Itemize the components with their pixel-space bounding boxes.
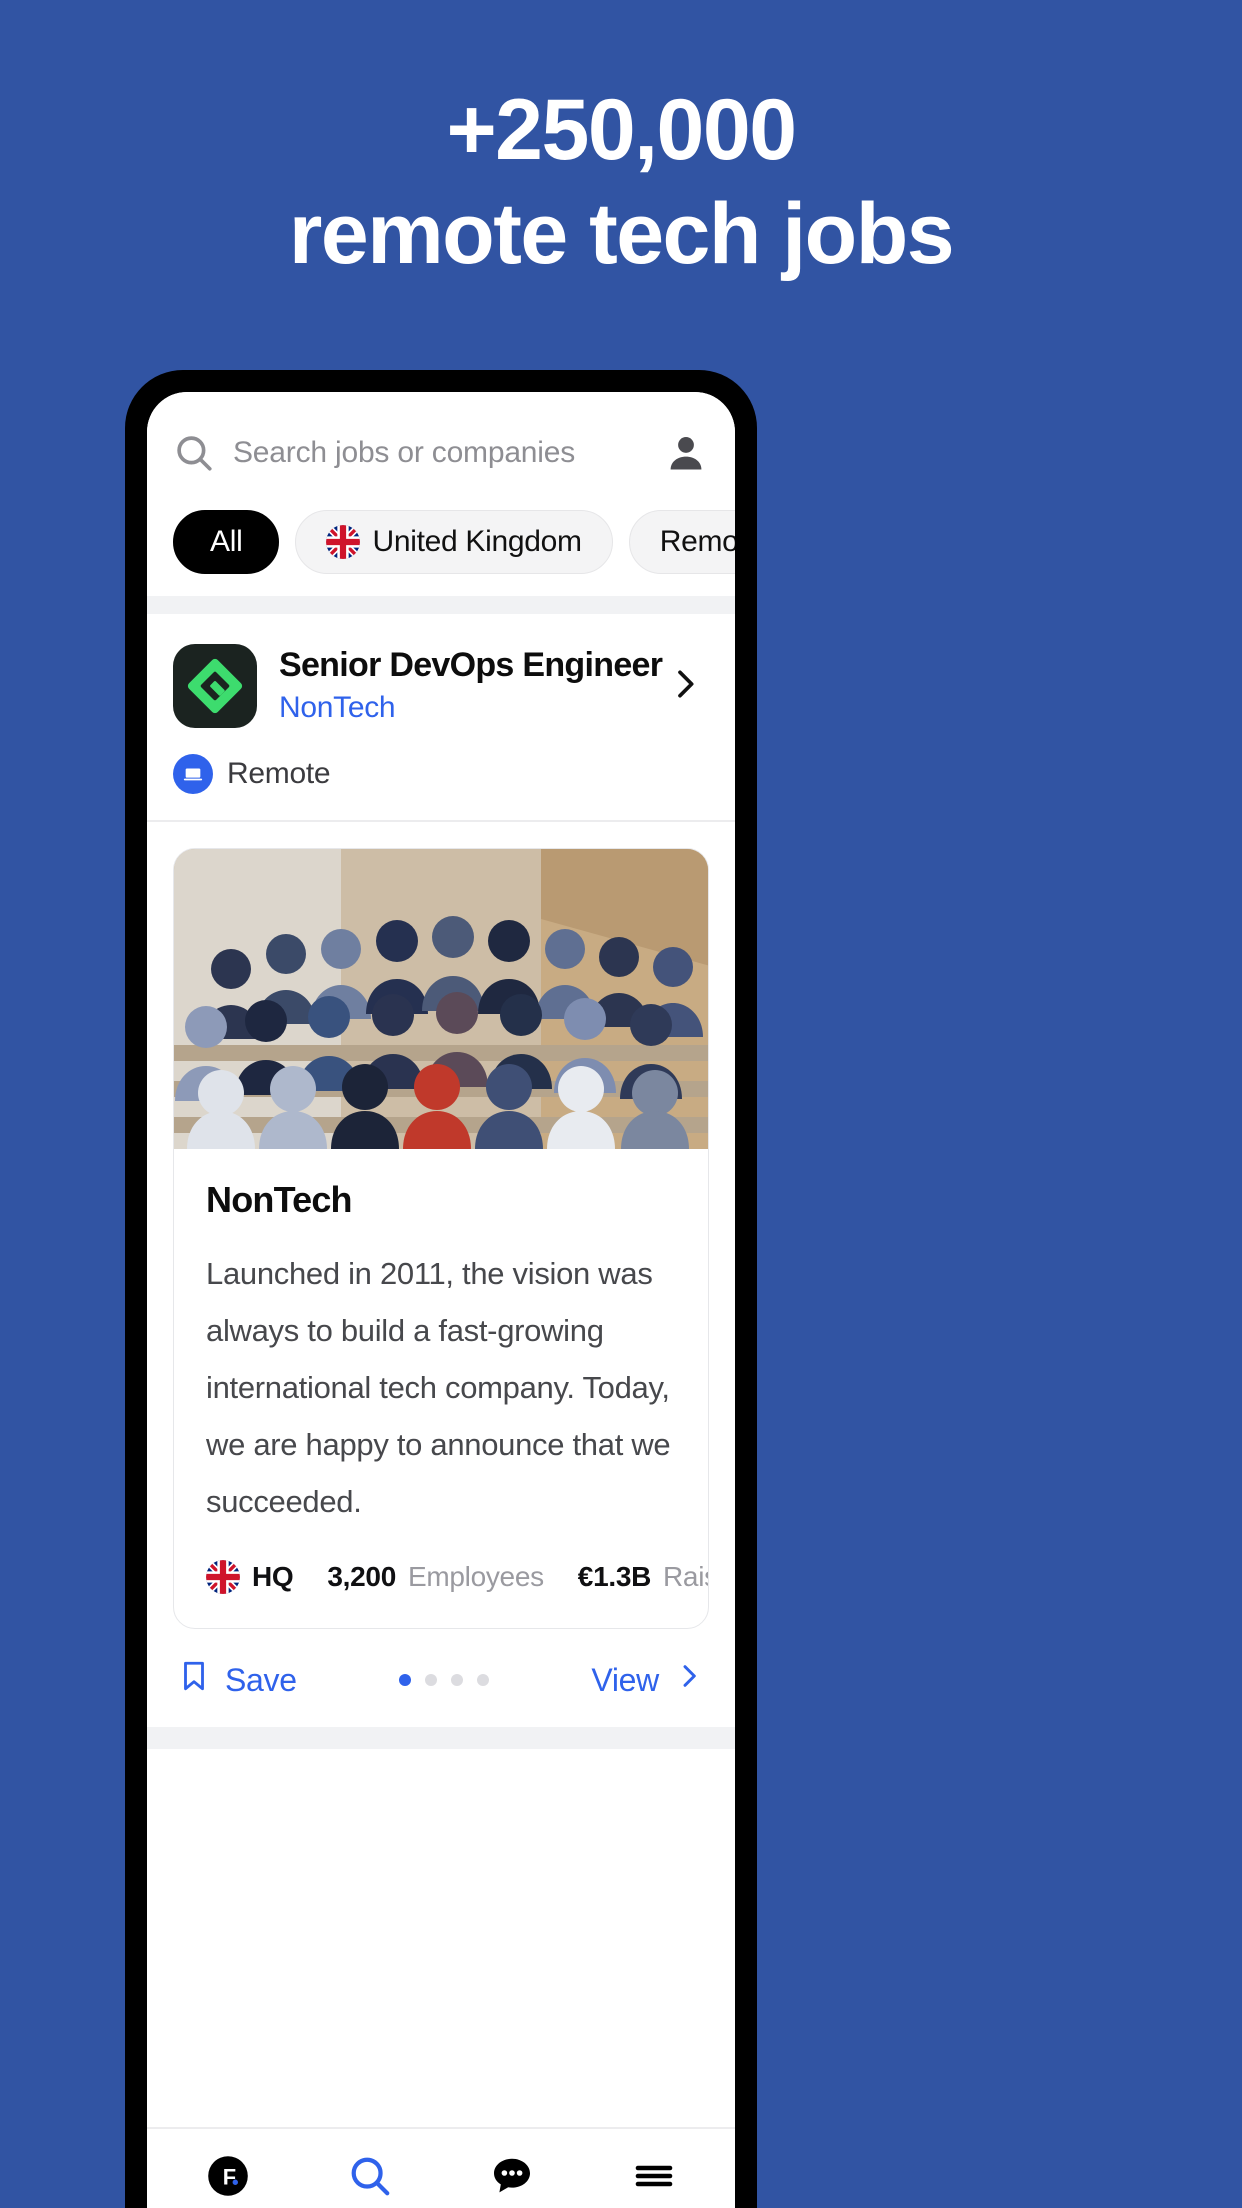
stat-hq: HQ xyxy=(206,1560,294,1594)
job-header: Senior DevOps Engineer NonTech xyxy=(173,644,709,728)
view-button[interactable]: View xyxy=(591,1660,705,1700)
company-stats: HQ 3,200 Employees €1.3B Raised xyxy=(206,1560,708,1594)
carousel-pagination[interactable] xyxy=(399,1674,490,1686)
stat-hq-label: HQ xyxy=(252,1561,294,1592)
svg-text:F: F xyxy=(223,2164,236,2189)
company-team-photo xyxy=(174,849,708,1149)
pagination-dot[interactable] xyxy=(451,1674,464,1686)
company-description: Launched in 2011, the vision was always … xyxy=(206,1256,671,1519)
uk-flag-icon xyxy=(206,1560,240,1594)
bottom-navigation: F Frank Jobs xyxy=(147,2127,735,2208)
filter-chips-row[interactable]: All United Kingdom Remo xyxy=(147,488,735,596)
filter-chip-united-kingdom-label: United Kingdom xyxy=(372,525,582,558)
filter-chip-all-label: All xyxy=(210,525,243,558)
job-tag-label: Remote xyxy=(227,757,331,790)
nontech-logo-icon xyxy=(173,644,257,728)
hero-headline: +250,000 remote tech jobs xyxy=(0,78,1242,286)
hero-headline-line2: remote tech jobs xyxy=(288,186,955,282)
feed-bottom-gap xyxy=(147,1727,735,1749)
section-divider xyxy=(147,596,735,614)
save-button-label: Save xyxy=(225,1661,297,1698)
phone-mockup-frame: Search jobs or companies All United King… xyxy=(125,370,757,2208)
nav-item-frank[interactable]: F Frank xyxy=(157,2151,299,2208)
view-button-label: View xyxy=(591,1661,659,1698)
filter-chip-remote[interactable]: Remote xyxy=(628,510,735,574)
person-avatar-icon[interactable] xyxy=(663,430,709,476)
save-button[interactable]: Save xyxy=(177,1659,297,1701)
pagination-dot[interactable] xyxy=(425,1674,438,1686)
hero-headline-line1: +250,000 xyxy=(446,82,797,178)
job-company-name[interactable]: NonTech xyxy=(279,688,643,728)
stat-raised-value: €1.3B xyxy=(577,1561,652,1592)
company-card-wrap: NonTech Launched in 2011, the vision was… xyxy=(147,822,735,1629)
filter-chip-remote-label: Remote xyxy=(659,525,735,558)
company-card-content: NonTech Launched in 2011, the vision was… xyxy=(174,1149,708,1628)
frank-logo-icon: F xyxy=(203,2151,253,2201)
filter-chip-all[interactable]: All xyxy=(173,510,280,574)
pagination-dot[interactable] xyxy=(399,1674,412,1686)
stat-employees-label: Employees xyxy=(407,1561,544,1592)
uk-flag-icon xyxy=(326,525,361,559)
chevron-right-icon xyxy=(673,1660,705,1700)
stat-raised: €1.3B Raised xyxy=(577,1561,708,1593)
search-icon xyxy=(347,2151,393,2201)
nav-item-jobs[interactable]: Jobs xyxy=(299,2151,441,2208)
bookmark-icon xyxy=(177,1659,211,1701)
search-input[interactable]: Search jobs or companies xyxy=(173,427,645,479)
stat-raised-label: Raised xyxy=(663,1561,708,1592)
job-title: Senior DevOps Engineer xyxy=(279,646,663,684)
chat-bubble-icon xyxy=(488,2151,536,2201)
search-header: Search jobs or companies xyxy=(147,392,735,488)
laptop-remote-icon xyxy=(173,754,213,794)
job-text-block: Senior DevOps Engineer NonTech xyxy=(279,644,663,728)
search-placeholder: Search jobs or companies xyxy=(233,436,576,469)
stat-employees-value: 3,200 xyxy=(327,1561,396,1592)
stat-employees: 3,200 Employees xyxy=(327,1561,544,1593)
job-list-item[interactable]: Senior DevOps Engineer NonTech Remote xyxy=(147,614,735,820)
pagination-dot[interactable] xyxy=(477,1674,490,1686)
phone-screen: Search jobs or companies All United King… xyxy=(147,392,735,2208)
card-actions-row: Save View xyxy=(147,1629,735,1727)
filter-chip-united-kingdom[interactable]: United Kingdom xyxy=(295,510,613,574)
job-feed: Senior DevOps Engineer NonTech Remote No… xyxy=(147,614,735,2127)
nav-item-menu[interactable]: Menu xyxy=(583,2151,725,2208)
company-card[interactable]: NonTech Launched in 2011, the vision was… xyxy=(173,848,709,1629)
hamburger-menu-icon xyxy=(630,2151,678,2201)
nav-item-messages[interactable]: Messages xyxy=(441,2151,583,2208)
job-tags: Remote xyxy=(173,754,709,794)
search-icon xyxy=(173,432,215,474)
chevron-right-icon[interactable] xyxy=(665,664,709,709)
company-name: NonTech xyxy=(206,1179,353,1220)
